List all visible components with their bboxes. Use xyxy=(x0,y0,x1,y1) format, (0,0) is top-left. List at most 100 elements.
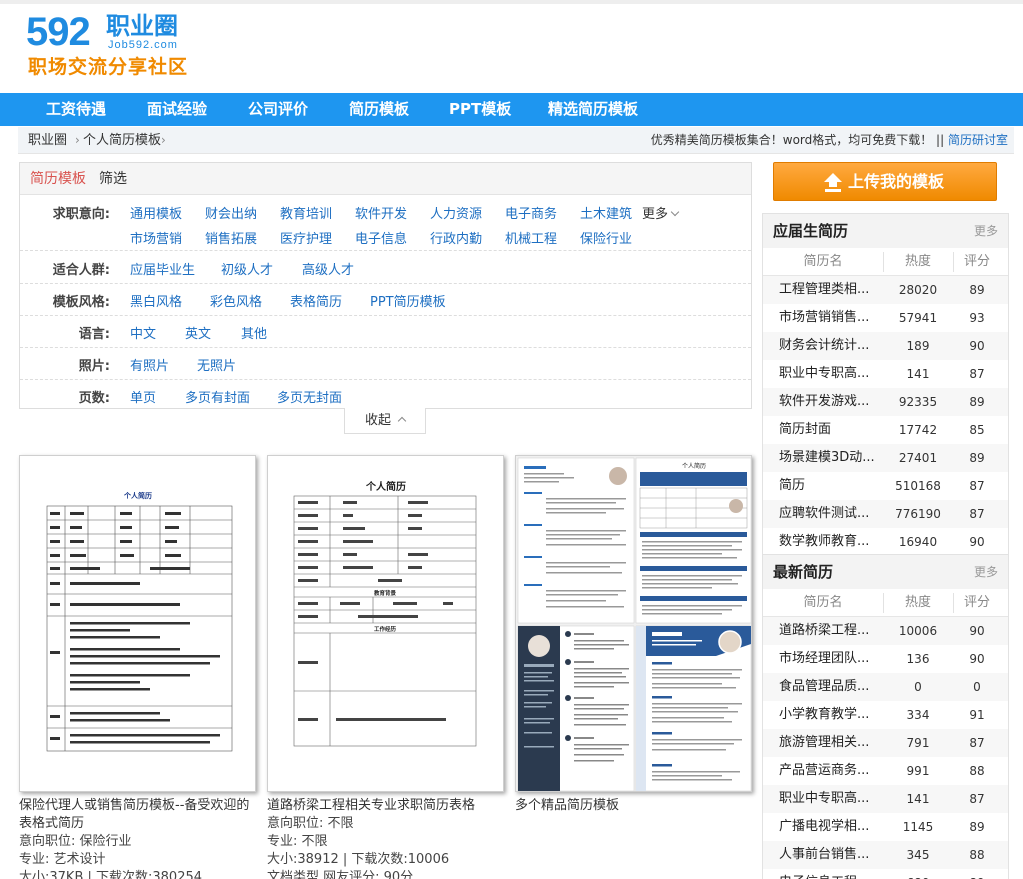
filter-option[interactable]: 多页无封面 xyxy=(277,387,342,406)
resume-forum-link[interactable]: 简历研讨室 xyxy=(948,133,1008,147)
resume-heat: 27401 xyxy=(898,451,938,465)
upload-label: 上传我的模板 xyxy=(848,172,945,191)
filter-option[interactable]: 土木建筑 xyxy=(580,203,632,222)
filter-option[interactable]: 行政内勤 xyxy=(430,228,482,247)
collapse-filter-button[interactable]: 收起 xyxy=(344,408,426,434)
filter-option[interactable]: 电子信息 xyxy=(355,228,407,247)
sidebar-row[interactable]: 应聘软件测试... 776190 87 xyxy=(763,500,1008,528)
resume-name[interactable]: 应聘软件测试... xyxy=(779,500,869,528)
filter-option[interactable]: 表格简历 xyxy=(290,291,342,310)
column-name: 简历名 xyxy=(803,595,843,610)
sidebar-row[interactable]: 职业中专职高... 141 87 xyxy=(763,360,1008,388)
resume-name[interactable]: 人事前台销售... xyxy=(779,841,869,869)
filter-option[interactable]: 应届毕业生 xyxy=(130,259,195,278)
sidebar-row[interactable]: 电子信息工程... 68089 xyxy=(763,869,1008,879)
filter-option[interactable]: 初级人才 xyxy=(221,259,273,278)
filter-option[interactable]: 保险行业 xyxy=(580,228,632,247)
filter-option[interactable]: 销售拓展 xyxy=(205,228,257,247)
sidebar-row[interactable]: 广播电视学相... 1145 89 xyxy=(763,813,1008,841)
nav-item-company-review[interactable]: 公司评价 xyxy=(248,93,308,126)
filter-tab-templates[interactable]: 简历模板 xyxy=(30,163,86,195)
nav-item-interview[interactable]: 面试经验 xyxy=(147,93,207,126)
filter-option[interactable]: 中文 xyxy=(130,323,156,342)
filter-option[interactable]: 人力资源 xyxy=(430,203,482,222)
nav-item-featured-resume[interactable]: 精选简历模板 xyxy=(548,93,638,126)
filter-more-button[interactable]: 更多 xyxy=(642,203,680,222)
sidebar-row[interactable]: 道路桥梁工程... 10006 90 xyxy=(763,617,1008,645)
filter-option[interactable]: 机械工程 xyxy=(505,228,557,247)
sidebar-row[interactable]: 简历封面 17742 85 xyxy=(763,416,1008,444)
filter-option[interactable]: 财会出纳 xyxy=(205,203,257,222)
filter-option[interactable]: 通用模板 xyxy=(130,203,182,222)
resume-name[interactable]: 工程管理类相... xyxy=(779,276,869,304)
resume-name[interactable]: 简历 xyxy=(779,472,805,500)
resume-name[interactable]: 产品营运商务... xyxy=(779,757,869,785)
template-thumbnail[interactable]: 个人简历 xyxy=(267,455,504,792)
filter-tab-filter[interactable]: 筛选 xyxy=(99,163,127,195)
sidebar-row[interactable]: 软件开发游戏... 92335 89 xyxy=(763,388,1008,416)
filter-option[interactable]: 英文 xyxy=(185,323,211,342)
filter-option[interactable]: 高级人才 xyxy=(302,259,354,278)
resume-score: 89 xyxy=(969,395,985,409)
filter-option[interactable]: 黑白风格 xyxy=(130,291,182,310)
nav-item-ppt-template[interactable]: PPT模板 xyxy=(449,93,511,126)
filter-option[interactable]: 单页 xyxy=(130,387,156,406)
logo-name: 职业圈 xyxy=(106,12,178,40)
resume-name[interactable]: 食品管理品质... xyxy=(779,673,869,701)
nav-item-salary[interactable]: 工资待遇 xyxy=(46,93,106,126)
resume-name[interactable]: 简历封面 xyxy=(779,416,831,444)
sidebar-row[interactable]: 市场营销销售... 57941 93 xyxy=(763,304,1008,332)
template-title[interactable]: 道路桥梁工程相关专业求职简历表格 xyxy=(267,797,507,815)
sidebar-row[interactable]: 简历 510168 87 xyxy=(763,472,1008,500)
resume-name[interactable]: 旅游管理相关... xyxy=(779,729,869,757)
sidebar-row[interactable]: 小学教育教学... 334 91 xyxy=(763,701,1008,729)
sidebar-more-link[interactable]: 更多 xyxy=(974,214,998,248)
resume-name[interactable]: 软件开发游戏... xyxy=(779,388,869,416)
sidebar-row[interactable]: 产品营运商务... 991 88 xyxy=(763,757,1008,785)
sidebar-row[interactable]: 人事前台销售... 345 88 xyxy=(763,841,1008,869)
sidebar-row[interactable]: 职业中专职高... 141 87 xyxy=(763,785,1008,813)
resume-name[interactable]: 职业中专职高... xyxy=(779,785,869,813)
template-thumbnail[interactable]: 个人简历 xyxy=(515,455,752,792)
resume-name[interactable]: 市场经理团队... xyxy=(779,645,869,673)
filter-option[interactable]: 教育培训 xyxy=(280,203,332,222)
filter-option[interactable]: 多页有封面 xyxy=(185,387,250,406)
sidebar-row[interactable]: 财务会计统计... 189 90 xyxy=(763,332,1008,360)
upload-template-button[interactable]: 上传我的模板 xyxy=(773,162,997,201)
sidebar-row[interactable]: 场景建模3D动... 27401 89 xyxy=(763,444,1008,472)
filter-row-pages: 页数: 单页 多页有封面 多页无封面 xyxy=(20,380,751,410)
sidebar-row[interactable]: 旅游管理相关... 791 87 xyxy=(763,729,1008,757)
sidebar-row[interactable]: 食品管理品质... 0 0 xyxy=(763,673,1008,701)
sidebar-more-link[interactable]: 更多 xyxy=(974,555,998,589)
sidebar-row[interactable]: 市场经理团队... 136 90 xyxy=(763,645,1008,673)
resume-name[interactable]: 广播电视学相... xyxy=(779,813,869,841)
site-logo[interactable]: 592 职业圈 Job592.com 职场交流分享社区 xyxy=(26,10,266,80)
filter-option[interactable]: 其他 xyxy=(241,323,267,342)
svg-text:个人简历: 个人简历 xyxy=(123,491,152,500)
nav-item-resume-template[interactable]: 简历模板 xyxy=(349,93,409,126)
resume-name[interactable]: 职业中专职高... xyxy=(779,360,869,388)
filter-option[interactable]: 医疗护理 xyxy=(280,228,332,247)
sidebar-row[interactable]: 数学教师教育... 16940 90 xyxy=(763,528,1008,556)
breadcrumb-current[interactable]: 个人简历模板 xyxy=(83,127,161,154)
resume-name[interactable]: 小学教育教学... xyxy=(779,701,869,729)
resume-name[interactable]: 数学教师教育... xyxy=(779,528,869,556)
resume-name[interactable]: 电子信息工程... xyxy=(779,869,869,879)
resume-name[interactable]: 场景建模3D动... xyxy=(779,444,875,472)
filter-option[interactable]: 软件开发 xyxy=(355,203,407,222)
resume-name[interactable]: 道路桥梁工程... xyxy=(779,617,869,645)
filter-option[interactable]: 电子商务 xyxy=(505,203,557,222)
filter-option[interactable]: 有照片 xyxy=(130,355,169,374)
resume-score: 93 xyxy=(969,311,985,325)
filter-option[interactable]: PPT简历模板 xyxy=(370,291,446,310)
filter-option[interactable]: 市场营销 xyxy=(130,228,182,247)
filter-option[interactable]: 彩色风格 xyxy=(210,291,262,310)
resume-name[interactable]: 财务会计统计... xyxy=(779,332,869,360)
resume-name[interactable]: 市场营销销售... xyxy=(779,304,869,332)
breadcrumb-home[interactable]: 职业圈 xyxy=(28,127,67,154)
sidebar-row[interactable]: 工程管理类相... 28020 89 xyxy=(763,276,1008,304)
template-thumbnail[interactable]: 个人简历 xyxy=(19,455,256,792)
template-title[interactable]: 多个精品简历模板 xyxy=(515,797,755,815)
template-title[interactable]: 保险代理人或销售简历模板--备受欢迎的表格式简历 xyxy=(19,797,259,833)
filter-option[interactable]: 无照片 xyxy=(197,355,236,374)
